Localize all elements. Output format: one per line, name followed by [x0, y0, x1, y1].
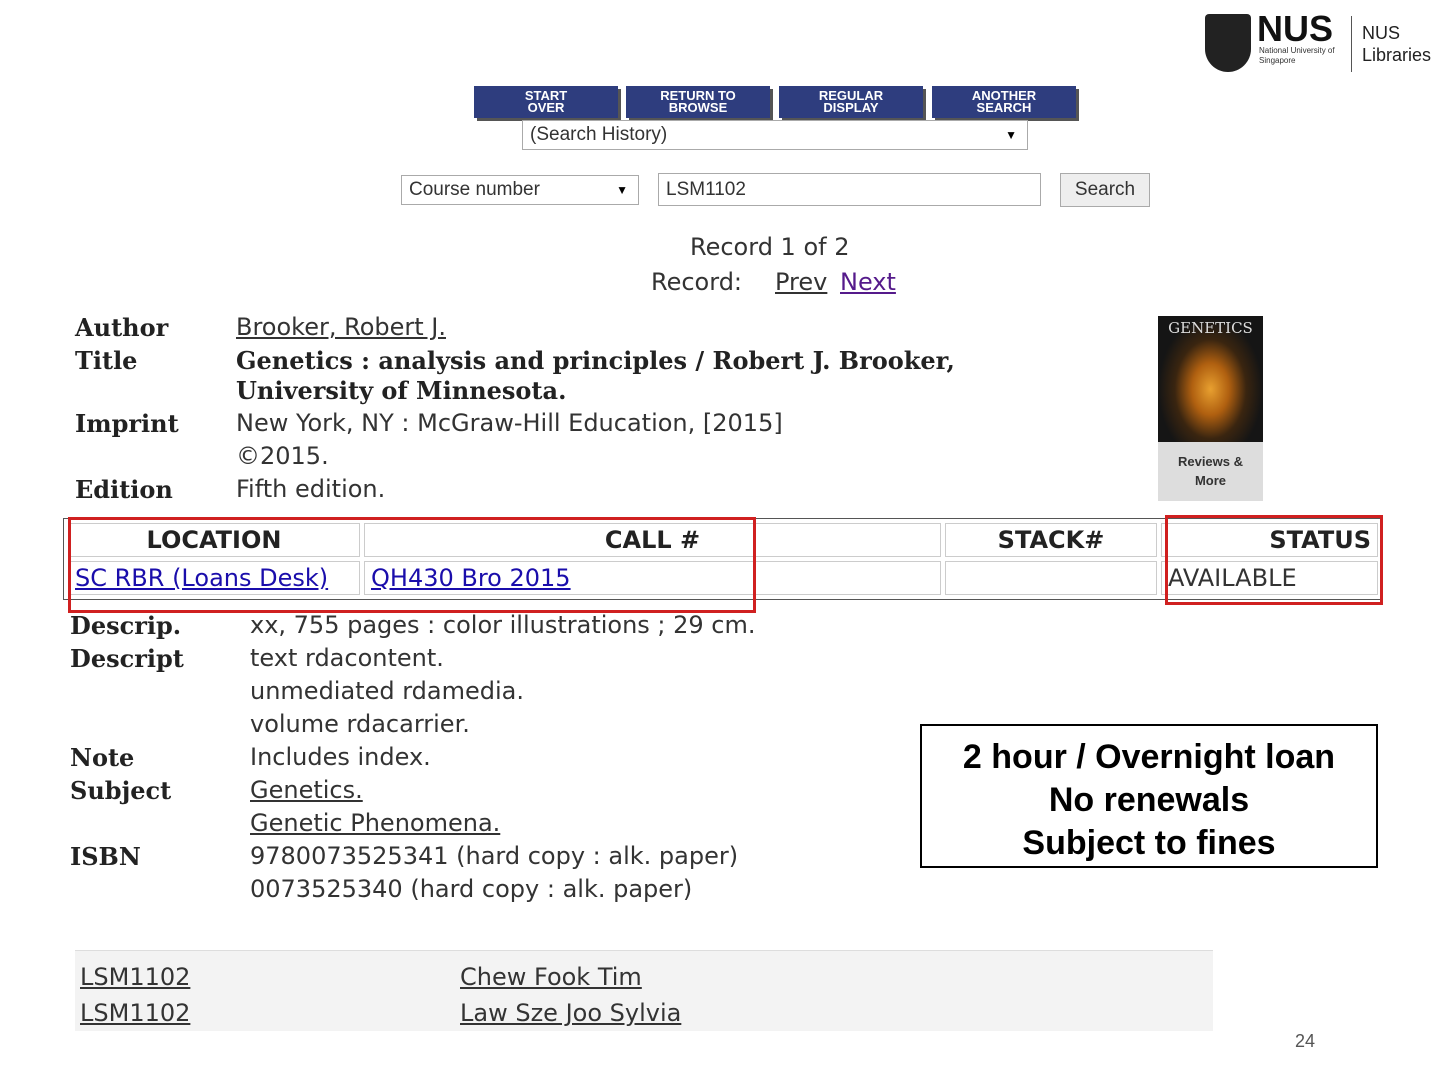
subject-link[interactable]: Genetic Phenomena.	[250, 809, 500, 837]
detail-label: Descrip.	[70, 611, 182, 640]
book-cover[interactable]: GENETICS Reviews & More	[1158, 316, 1263, 501]
reviews-more-link[interactable]: Reviews & More	[1168, 452, 1253, 490]
next-link[interactable]: Next	[840, 268, 896, 296]
imprint-label: Imprint	[75, 409, 179, 438]
search-input[interactable]: LSM1102	[658, 173, 1041, 206]
callout-line: 2 hour / Overnight loan	[962, 738, 1336, 776]
search-history-select[interactable]: (Search History) ▼	[522, 120, 1028, 150]
search-button[interactable]: Search	[1060, 173, 1150, 207]
detail-value: Includes index.	[250, 743, 431, 771]
highlight-status	[1165, 515, 1383, 605]
detail-label: Note	[70, 743, 135, 772]
cover-image: GENETICS	[1158, 316, 1263, 442]
detail-value: 9780073525341 (hard copy : alk. paper)	[250, 842, 739, 870]
course-code-link[interactable]: LSM1102	[80, 963, 190, 991]
highlight-location-call	[68, 517, 756, 613]
logo-university: National University of Singapore	[1259, 46, 1335, 65]
author-link[interactable]: Brooker, Robert J.	[236, 313, 446, 341]
detail-value: text rdacontent.	[250, 644, 444, 672]
course-reserves-table: LSM1102 Chew Fook Tim LSM1102 Law Sze Jo…	[75, 950, 1213, 1031]
callout-line: No renewals	[1048, 781, 1250, 819]
loan-policy-callout: 2 hour / Overnight loan No renewals Subj…	[920, 724, 1378, 868]
prev-link[interactable]: Prev	[775, 268, 827, 296]
search-type-value: Course number	[409, 179, 540, 200]
edition-value: Fifth edition.	[236, 475, 386, 503]
detail-value: unmediated rdamedia.	[250, 677, 524, 705]
callout-line: Subject to fines	[1022, 824, 1276, 862]
detail-label: Subject	[70, 776, 172, 805]
return-to-browse-button[interactable]: Return to Browse	[626, 86, 770, 118]
detail-value: volume rdacarrier.	[250, 710, 470, 738]
title-label: Title	[75, 346, 138, 375]
record-position: Record 1 of 2	[690, 233, 850, 261]
chevron-down-icon: ▼	[1005, 128, 1017, 142]
stack-header: STACK#	[945, 523, 1157, 557]
nus-logo: NUS National University of Singapore NUS…	[1205, 8, 1435, 76]
logo-nus: NUS	[1257, 8, 1334, 49]
author-label: Author	[75, 313, 169, 342]
search-type-select[interactable]: Course number ▼	[401, 175, 639, 205]
logo-libraries: NUS Libraries	[1362, 23, 1432, 65]
stack-cell	[945, 561, 1157, 595]
title-line-2: University of Minnesota.	[236, 376, 567, 405]
instructor-link[interactable]: Chew Fook Tim	[460, 963, 642, 991]
start-over-button[interactable]: Start Over	[474, 86, 618, 118]
record-label: Record:	[651, 268, 743, 296]
detail-label: ISBN	[70, 842, 141, 871]
detail-label: Descript	[70, 644, 184, 673]
logo-divider	[1351, 16, 1352, 72]
edition-label: Edition	[75, 475, 173, 504]
subject-link[interactable]: Genetics.	[250, 776, 363, 804]
imprint-line-1: New York, NY : McGraw-Hill Education, [2…	[236, 409, 783, 437]
detail-value: xx, 755 pages : color illustrations ; 29…	[250, 611, 756, 639]
chevron-down-icon: ▼	[616, 183, 628, 197]
instructor-link[interactable]: Law Sze Joo Sylvia	[460, 999, 681, 1027]
title-line-1: Genetics : analysis and principles / Rob…	[236, 346, 955, 375]
imprint-line-2: ©2015.	[236, 442, 329, 470]
regular-display-button[interactable]: Regular Display	[779, 86, 923, 118]
search-history-value: (Search History)	[530, 124, 668, 145]
detail-value: 0073525340 (hard copy : alk. paper)	[250, 875, 693, 903]
cover-title: GENETICS	[1168, 319, 1253, 337]
page-number: 24	[1295, 1031, 1316, 1051]
crest-icon	[1205, 14, 1251, 72]
another-search-button[interactable]: Another Search	[932, 86, 1076, 118]
course-code-link[interactable]: LSM1102	[80, 999, 190, 1027]
